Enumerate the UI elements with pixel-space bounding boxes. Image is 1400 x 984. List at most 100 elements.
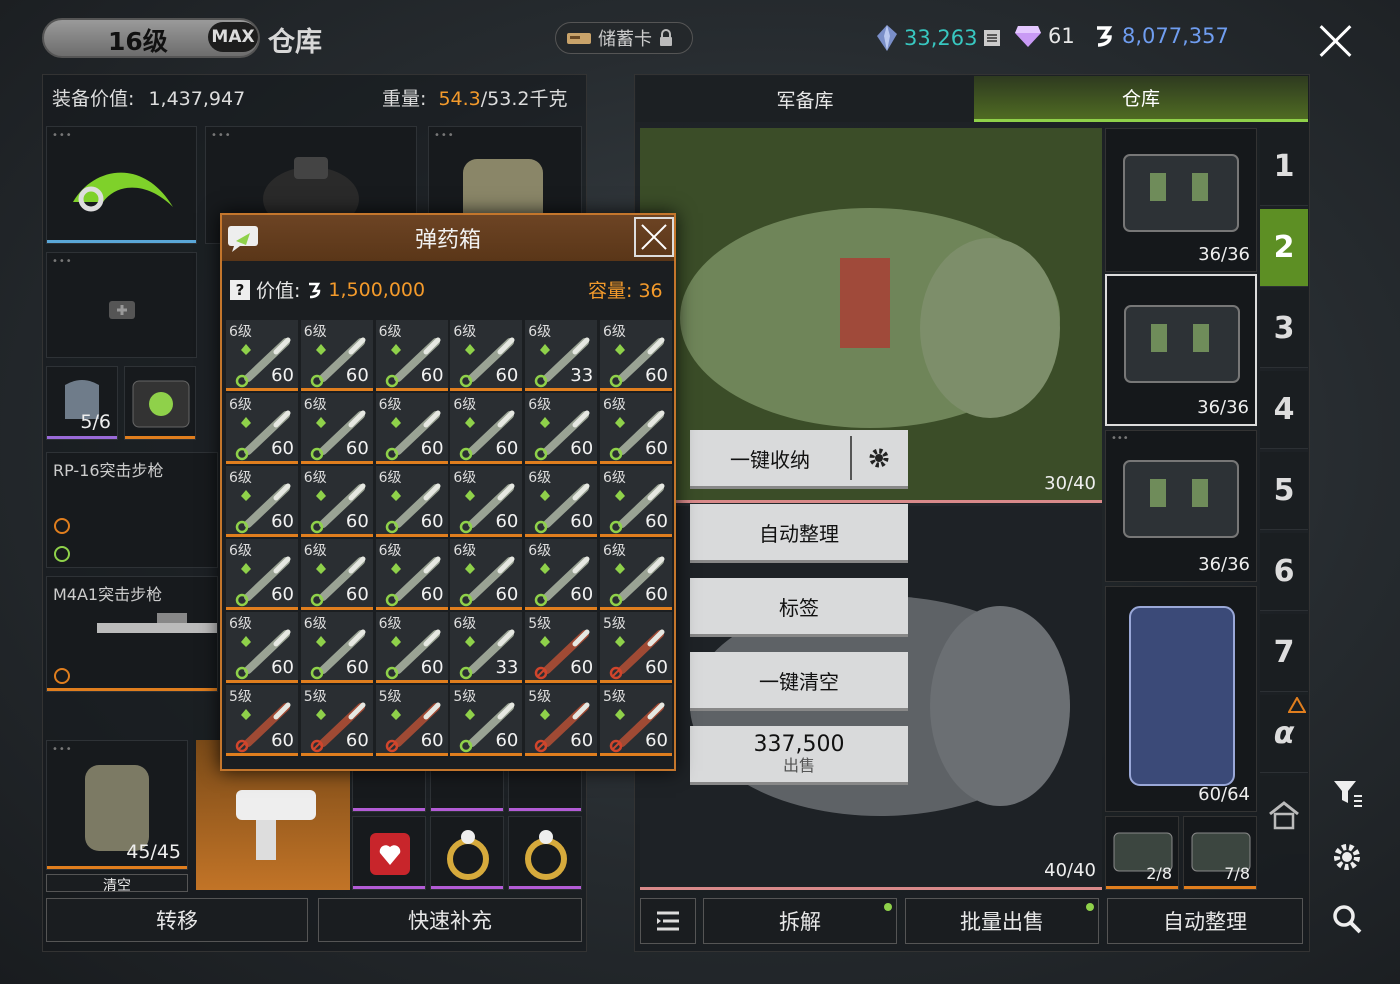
- ammo-slot[interactable]: 6级 60: [300, 320, 373, 391]
- tab-warehouse[interactable]: 仓库: [974, 76, 1308, 122]
- ring-slot[interactable]: [430, 816, 504, 890]
- ammo-slot[interactable]: 5级 60: [599, 612, 672, 683]
- one-click-clear-button[interactable]: 一键清空: [690, 652, 908, 708]
- ammo-slot[interactable]: 5级 60: [226, 685, 298, 756]
- bulk-sell-button[interactable]: 批量出售: [905, 898, 1099, 944]
- ammo-slot[interactable]: 5级 60: [450, 685, 523, 756]
- ammo-slot[interactable]: 6级 60: [525, 466, 598, 537]
- ammo-slot[interactable]: 5级 60: [525, 612, 598, 683]
- ammo-slot[interactable]: 6级 60: [300, 393, 373, 464]
- ammo-slot[interactable]: 6级 60: [525, 393, 598, 464]
- medkit-icon: [109, 301, 135, 319]
- warning-icon: [1288, 697, 1306, 713]
- sell-button[interactable]: 337,500 出售: [690, 726, 908, 782]
- ring-slot[interactable]: [508, 816, 582, 890]
- ammo-slot[interactable]: 6级 60: [599, 539, 672, 610]
- ammo-slot[interactable]: 6级 60: [226, 612, 298, 683]
- ammo-slot[interactable]: 6级 60: [226, 320, 298, 391]
- clear-button[interactable]: 清空: [46, 874, 188, 892]
- ammo-slot[interactable]: 5级 60: [599, 685, 672, 756]
- auto-sort-button[interactable]: 自动整理: [1107, 898, 1303, 944]
- ammo-crate-1[interactable]: 36/36: [1105, 128, 1257, 272]
- savings-card-button[interactable]: 储蓄卡: [555, 22, 693, 54]
- ammo-slot[interactable]: 6级 60: [300, 612, 373, 683]
- ammo-crate-2[interactable]: 36/36: [1105, 274, 1257, 426]
- heart-box-slot[interactable]: [352, 816, 426, 890]
- tab-page-6[interactable]: 6: [1260, 533, 1308, 611]
- weight-limit: /53.2千克: [480, 88, 568, 110]
- ammo-slot[interactable]: 6级 60: [450, 320, 523, 391]
- gear-icon[interactable]: [868, 447, 890, 469]
- ammo-slot[interactable]: 6级 60: [300, 539, 373, 610]
- home-tab[interactable]: [1260, 776, 1308, 854]
- one-click-store-button[interactable]: 一键收纳: [690, 430, 908, 486]
- small-case-1[interactable]: 2/8: [1105, 816, 1179, 890]
- ammo-slot[interactable]: 6级 60: [226, 393, 298, 464]
- help-icon[interactable]: ?: [230, 279, 250, 300]
- ammo-slot[interactable]: 6级 33: [525, 320, 598, 391]
- ammo-slot[interactable]: 6级 60: [375, 539, 448, 610]
- ammo-slot[interactable]: 6级 60: [226, 466, 298, 537]
- ammo-slot[interactable]: 6级 60: [450, 466, 523, 537]
- diamond-icon: [1015, 26, 1041, 47]
- item-slot[interactable]: [508, 770, 582, 812]
- armor-plate-slot[interactable]: 5/6: [46, 366, 118, 440]
- primary-weapon-slot[interactable]: RP-16突击步枪: [46, 452, 218, 568]
- tab-page-1[interactable]: 1: [1260, 128, 1308, 206]
- chain-slot[interactable]: [352, 770, 426, 812]
- ammo-slot[interactable]: 6级 60: [599, 320, 672, 391]
- ammo-slot[interactable]: 6级 60: [525, 539, 598, 610]
- tab-armory[interactable]: 军备库: [636, 76, 974, 122]
- ammo-slot[interactable]: 6级 60: [375, 612, 448, 683]
- ammo-slot[interactable]: 6级 60: [375, 320, 448, 391]
- ammo-slot[interactable]: 6级 60: [375, 393, 448, 464]
- close-icon[interactable]: [1316, 22, 1354, 60]
- tab-page-3[interactable]: 3: [1260, 290, 1308, 368]
- tab-page-5[interactable]: 5: [1260, 452, 1308, 530]
- ammo-slot[interactable]: 6级 60: [450, 393, 523, 464]
- backpack-slot[interactable]: ••• 45/45: [46, 740, 188, 870]
- small-case-2[interactable]: 7/8: [1183, 816, 1257, 890]
- settings-gear-icon[interactable]: [1330, 840, 1364, 874]
- notification-dot: [884, 903, 892, 911]
- ammo-quantity: 60: [271, 438, 294, 459]
- ammo-slot[interactable]: 6级 60: [375, 466, 448, 537]
- ammo-slot[interactable]: 6级 60: [300, 466, 373, 537]
- search-icon[interactable]: [1330, 902, 1364, 936]
- device-slot[interactable]: [124, 366, 196, 440]
- ammo-slot[interactable]: 5级 60: [300, 685, 373, 756]
- ammo-slot[interactable]: 5级 60: [525, 685, 598, 756]
- ledger-icon[interactable]: [983, 29, 1001, 47]
- small-case-1-count: 2/8: [1146, 864, 1172, 883]
- tab-page-2[interactable]: 2: [1260, 209, 1308, 287]
- melee-slot[interactable]: •••: [46, 126, 197, 244]
- ammo-crate-icon: [1123, 460, 1239, 538]
- ammo-slot[interactable]: 6级 60: [226, 539, 298, 610]
- coin-icon: [1097, 26, 1113, 47]
- ammo-slot[interactable]: 6级 60: [599, 466, 672, 537]
- blue-case[interactable]: 60/64: [1105, 586, 1257, 812]
- tag-button[interactable]: 标签: [690, 578, 908, 634]
- ammo-quantity: 60: [420, 730, 444, 751]
- tab-page-4[interactable]: 4: [1260, 371, 1308, 449]
- ammo-slot[interactable]: 6级 60: [599, 393, 672, 464]
- transfer-button[interactable]: 转移: [46, 898, 308, 942]
- secondary-weapon-slot[interactable]: M4A1突击步枪: [46, 576, 218, 692]
- backpack-a-count: 30/40: [1044, 473, 1096, 494]
- tab-page-7[interactable]: 7: [1260, 614, 1308, 692]
- ammo-crate-3[interactable]: ••• 36/36: [1105, 430, 1257, 582]
- ammo-slot[interactable]: 6级 33: [450, 612, 523, 683]
- menu-button[interactable]: [640, 898, 696, 944]
- coin-currency: 8,077,357: [1092, 24, 1229, 48]
- auto-sort-menu-button[interactable]: 自动整理: [690, 504, 908, 560]
- ammo-slot[interactable]: 5级 60: [375, 685, 448, 756]
- item-slot[interactable]: [430, 770, 504, 812]
- medkit-slot[interactable]: •••: [46, 252, 197, 358]
- quick-refill-button[interactable]: 快速补充: [318, 898, 582, 942]
- ammo-quantity: 60: [495, 584, 519, 605]
- dismantle-button[interactable]: 拆解: [703, 898, 897, 944]
- popup-close-icon[interactable]: [634, 217, 674, 257]
- page-title: 仓库: [268, 27, 322, 58]
- ammo-slot[interactable]: 6级 60: [450, 539, 523, 610]
- filter-icon[interactable]: [1330, 776, 1364, 810]
